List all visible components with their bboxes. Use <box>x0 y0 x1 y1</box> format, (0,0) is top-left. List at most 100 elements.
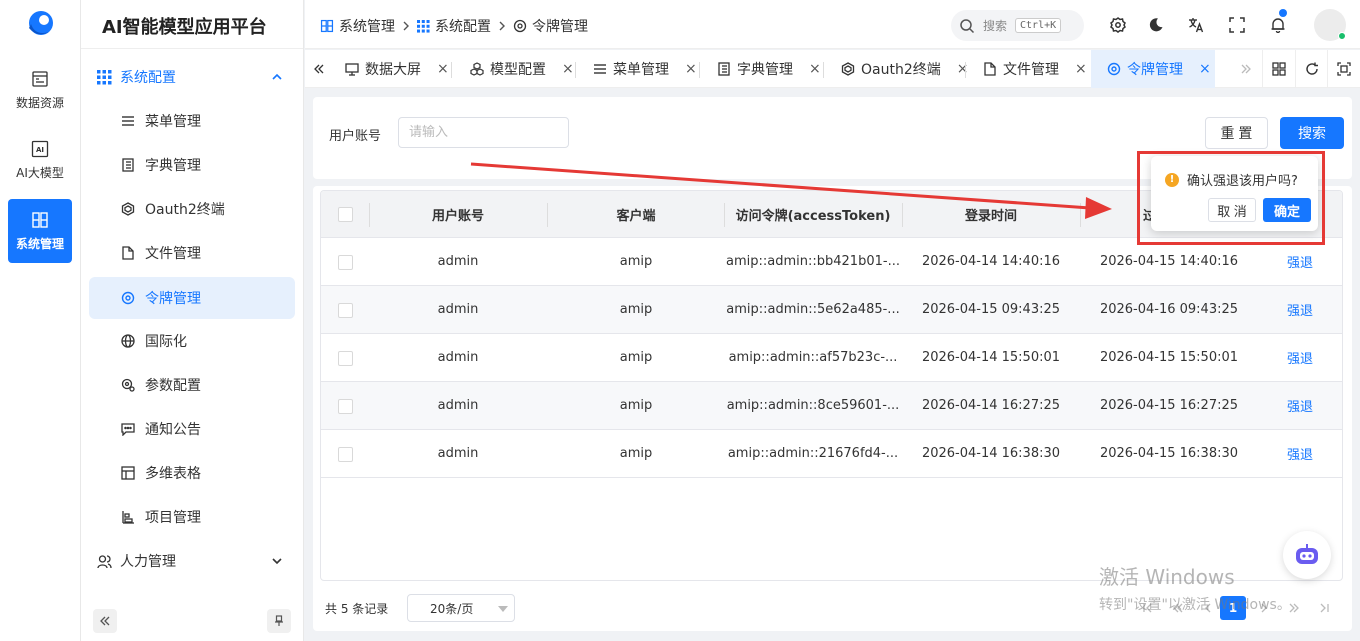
maximize-content-button[interactable] <box>1327 50 1359 88</box>
theme-toggle-button[interactable] <box>1145 14 1167 36</box>
notifications-button[interactable] <box>1267 9 1289 36</box>
cell-token: amip::admin::5e62a485-... <box>726 302 900 317</box>
tab-data-screen[interactable]: 数据大屏 × <box>335 50 449 88</box>
close-icon[interactable]: × <box>685 61 697 77</box>
close-icon[interactable]: × <box>809 61 821 77</box>
page-size-select[interactable]: 20条/页 <box>407 594 515 622</box>
language-button[interactable] <box>1185 14 1207 36</box>
sidebar-item-label: 菜单管理 <box>145 114 201 130</box>
close-icon[interactable]: × <box>437 61 449 77</box>
rail-item-ai-model[interactable]: AI AI大模型 <box>8 128 72 192</box>
row-checkbox[interactable] <box>338 447 353 462</box>
cancel-button[interactable]: 取 消 <box>1208 198 1256 222</box>
column-header[interactable]: 登录时间 <box>902 191 1080 238</box>
breadcrumb-item[interactable]: 系统配置 <box>417 16 491 36</box>
sidebar-item-oauth2[interactable]: Oauth2终端 <box>89 188 295 230</box>
column-header[interactable]: 访问令牌(accessToken) <box>724 191 902 238</box>
menu-group-system-config[interactable]: 系统配置 <box>89 57 295 97</box>
moon-icon <box>1148 17 1164 33</box>
prev-page-icon[interactable] <box>1195 596 1221 620</box>
sidebar-item-token[interactable]: 令牌管理 <box>89 277 295 319</box>
force-logout-link[interactable]: 强退 <box>1258 382 1342 429</box>
breadcrumb-item[interactable]: 系统管理 <box>320 16 395 36</box>
tab-model-config[interactable]: 模型配置 × <box>460 50 574 88</box>
avatar[interactable] <box>1314 9 1346 41</box>
sidebar-item-i18n[interactable]: 国际化 <box>89 320 295 362</box>
tabs-scroll-left-button[interactable] <box>305 50 335 88</box>
fullscreen-button[interactable] <box>1226 14 1248 36</box>
rail-item-label: AI大模型 <box>16 165 64 180</box>
ai-assistant-button[interactable] <box>1283 531 1331 579</box>
first-page-icon[interactable] <box>1135 596 1161 620</box>
refresh-button[interactable] <box>1295 50 1327 88</box>
gear-icon <box>121 291 135 305</box>
tab-file-management[interactable]: 文件管理 × <box>973 50 1087 88</box>
reset-button[interactable]: 重 置 <box>1205 117 1268 149</box>
sidebar-item-label: 参数配置 <box>145 378 201 394</box>
notification-dot <box>1279 9 1287 17</box>
rail-item-data-resource[interactable]: 数据资源 <box>8 58 72 122</box>
breadcrumb-label: 系统管理 <box>339 19 395 35</box>
globe-icon <box>121 334 135 348</box>
global-search[interactable]: 搜索 Ctrl+K <box>951 10 1084 41</box>
last-page-icon[interactable] <box>1311 596 1337 620</box>
column-header[interactable]: 客户端 <box>547 191 725 238</box>
page-number[interactable]: 1 <box>1220 596 1246 620</box>
row-checkbox[interactable] <box>338 399 353 414</box>
close-icon[interactable]: × <box>957 61 969 77</box>
cell-user: admin <box>437 254 479 269</box>
close-icon[interactable]: × <box>1075 61 1087 77</box>
grid-icon <box>417 19 430 33</box>
force-logout-link[interactable]: 强退 <box>1258 334 1342 381</box>
robot-icon <box>1293 541 1321 569</box>
menu-group-hr[interactable]: 人力管理 <box>89 541 295 581</box>
next-page-icon[interactable] <box>1251 596 1277 620</box>
breadcrumb-item[interactable]: 令牌管理 <box>513 16 588 36</box>
collapse-sidebar-button[interactable] <box>93 609 117 633</box>
row-checkbox[interactable] <box>338 351 353 366</box>
gear-icon <box>513 19 527 33</box>
tab-oauth2[interactable]: Oauth2终端 × <box>831 50 968 88</box>
tab-token-management[interactable]: 令牌管理 × <box>1091 50 1215 88</box>
sidebar-item-project[interactable]: 项目管理 <box>89 496 295 538</box>
force-logout-link[interactable]: 强退 <box>1258 430 1342 477</box>
book-icon <box>717 62 731 76</box>
cell-client: amip <box>619 398 653 413</box>
search-button[interactable]: 搜索 <box>1280 117 1344 149</box>
tabs-menu-button[interactable] <box>1262 50 1294 88</box>
row-checkbox[interactable] <box>338 303 353 318</box>
row-checkbox[interactable] <box>338 255 353 270</box>
force-logout-link[interactable]: 强退 <box>1258 286 1342 333</box>
sidebar-item-notice[interactable]: 通知公告 <box>89 408 295 450</box>
cell-expire-time: 2026-04-16 09:43:25 <box>1099 302 1239 317</box>
rail-item-system[interactable]: 系统管理 <box>8 199 72 263</box>
bell-icon <box>1270 17 1286 33</box>
total-count: 共 5 条记录 <box>325 602 389 616</box>
hexagon-icon <box>841 62 855 76</box>
column-header[interactable]: 用户账号 <box>369 191 547 238</box>
database-icon <box>31 70 49 88</box>
sidebar-item-menu[interactable]: 菜单管理 <box>89 100 295 142</box>
sidebar-item-table[interactable]: 多维表格 <box>89 452 295 494</box>
sidebar-item-params[interactable]: 参数配置 <box>89 364 295 406</box>
tab-dictionary[interactable]: 字典管理 × <box>707 50 821 88</box>
confirm-button[interactable]: 确定 <box>1263 198 1311 222</box>
pin-sidebar-button[interactable] <box>267 609 291 633</box>
tabs-scroll-right-button[interactable] <box>1230 50 1262 88</box>
prev-five-pages-icon[interactable] <box>1165 596 1191 620</box>
settings-button[interactable] <box>1107 14 1129 36</box>
sidebar-item-file[interactable]: 文件管理 <box>89 232 295 274</box>
user-account-input[interactable] <box>398 117 569 148</box>
close-icon[interactable]: × <box>1199 61 1211 77</box>
sidebar-item-dictionary[interactable]: 字典管理 <box>89 144 295 186</box>
next-five-pages-icon[interactable] <box>1281 596 1307 620</box>
cell-login-time: 2026-04-15 09:43:25 <box>921 302 1061 317</box>
force-logout-link[interactable]: 强退 <box>1258 238 1342 285</box>
sidebar-item-label: 通知公告 <box>145 422 201 438</box>
app-rail: 数据资源 AI AI大模型 系统管理 <box>0 0 81 641</box>
close-icon[interactable]: × <box>562 61 574 77</box>
breadcrumb-label: 系统配置 <box>435 19 491 35</box>
tab-menu-management[interactable]: 菜单管理 × <box>583 50 697 88</box>
select-all-checkbox[interactable] <box>338 207 353 222</box>
logo-icon <box>25 10 55 40</box>
